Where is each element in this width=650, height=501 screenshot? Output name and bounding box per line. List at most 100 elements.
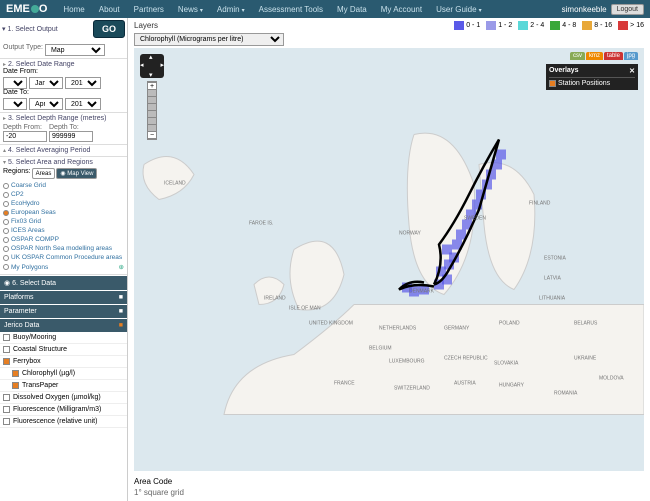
legend-swatch — [582, 21, 592, 30]
jerico-header[interactable]: Jerico Data■ — [0, 319, 127, 332]
svg-text:ESTONIA: ESTONIA — [544, 256, 567, 262]
radio-icon[interactable] — [3, 228, 9, 234]
step6-header[interactable]: ◉ 6. Select Data — [0, 276, 127, 290]
svg-text:MOLDOVA: MOLDOVA — [599, 376, 624, 382]
date-from-day[interactable]: 1 — [3, 77, 27, 89]
depth-from-label: Depth From: — [3, 124, 42, 131]
svg-text:DENMARK: DENMARK — [409, 289, 435, 295]
go-button[interactable]: GO — [93, 20, 125, 38]
date-to-month[interactable]: Apr — [29, 98, 63, 110]
checkbox-icon[interactable] — [3, 394, 10, 401]
checkbox-icon[interactable] — [3, 358, 10, 365]
depth-from-input[interactable] — [3, 131, 47, 142]
legend-swatch — [550, 21, 560, 30]
data-item[interactable]: Fluorescence (relative unit) — [0, 416, 127, 428]
output-type-label: Output Type: — [3, 44, 43, 56]
svg-text:FRANCE: FRANCE — [334, 381, 355, 387]
svg-text:POLAND: POLAND — [499, 321, 520, 327]
radio-icon[interactable] — [3, 183, 9, 189]
checkbox-icon[interactable] — [3, 334, 10, 341]
radio-icon[interactable] — [3, 201, 9, 207]
data-item[interactable]: Chlorophyll (µg/l) — [0, 368, 127, 380]
radio-icon[interactable] — [3, 210, 9, 216]
nav-user-guide[interactable]: User Guide▾ — [430, 2, 487, 17]
pan-control[interactable]: ▴▾ ◂▸ — [140, 54, 164, 78]
checkbox-icon[interactable] — [12, 370, 19, 377]
checkbox-icon[interactable] — [3, 406, 10, 413]
region-item[interactable]: Coarse Grid — [3, 181, 124, 190]
legend-swatch — [454, 21, 464, 30]
data-item[interactable]: Buoy/Mooring — [0, 332, 127, 344]
output-type-select[interactable]: Map — [45, 44, 105, 56]
date-from-year[interactable]: 2010 — [65, 77, 101, 89]
radio-icon[interactable] — [3, 255, 9, 261]
svg-text:AUSTRIA: AUSTRIA — [454, 381, 476, 387]
data-item[interactable]: TransPaper — [0, 380, 127, 392]
areas-tab[interactable]: Areas — [32, 168, 56, 179]
platforms-header[interactable]: Platforms■ — [0, 291, 127, 304]
nav-assessment-tools[interactable]: Assessment Tools — [253, 2, 329, 17]
radio-icon[interactable] — [3, 237, 9, 243]
map-canvas[interactable]: ICELAND FAROE IS. NORWAY SWEDEN FINLAND … — [134, 48, 644, 471]
region-item[interactable]: OSPAR North Sea modelling areas — [3, 244, 124, 253]
radio-icon[interactable] — [3, 192, 9, 198]
nav-news[interactable]: News▾ — [172, 2, 209, 17]
checkbox-icon[interactable] — [3, 346, 10, 353]
regions-label: Regions: — [3, 168, 31, 179]
svg-text:BELGIUM: BELGIUM — [369, 346, 392, 352]
date-to-day[interactable]: 15 — [3, 98, 27, 110]
nav-partners[interactable]: Partners — [128, 2, 170, 17]
nav-home[interactable]: Home — [57, 2, 90, 17]
close-icon[interactable]: ✕ — [629, 67, 635, 75]
region-item[interactable]: OSPAR COMPP — [3, 235, 124, 244]
add-icon[interactable]: ⊕ — [119, 263, 124, 271]
region-item[interactable]: EcoHydro — [3, 199, 124, 208]
overlay-check[interactable] — [549, 80, 556, 87]
logout-button[interactable]: Logout — [611, 4, 644, 15]
checkbox-icon[interactable] — [3, 418, 10, 425]
brand-text: EME — [6, 3, 30, 15]
radio-icon[interactable] — [3, 246, 9, 252]
username: simonkeeble — [562, 5, 607, 14]
region-item[interactable]: Fix03 Grid — [3, 217, 124, 226]
layer-select[interactable]: Chlorophyll (Micrograms per litre) — [134, 33, 284, 46]
export-csv[interactable]: csv — [570, 52, 585, 60]
checkbox-icon[interactable] — [12, 382, 19, 389]
zoom-slider[interactable]: + − — [147, 81, 157, 140]
date-from-month[interactable]: Jan — [29, 77, 63, 89]
svg-text:SWEDEN: SWEDEN — [464, 216, 486, 222]
svg-text:ISLE OF MAN: ISLE OF MAN — [289, 306, 321, 312]
data-item[interactable]: Fluorescence (Milligram/m3) — [0, 404, 127, 416]
region-item[interactable]: My Polygons⊕ — [3, 262, 124, 272]
svg-text:BELARUS: BELARUS — [574, 321, 598, 327]
brand-logo[interactable]: EMEO — [6, 3, 47, 15]
depth-to-input[interactable] — [49, 131, 93, 142]
export-kmz[interactable]: kmz — [586, 52, 603, 60]
parameter-header[interactable]: Parameter■ — [0, 305, 127, 318]
legend-item: 0 - 1 — [454, 21, 480, 30]
mapview-tab[interactable]: ◉ Map View — [56, 168, 97, 179]
radio-icon[interactable] — [3, 219, 9, 225]
export-table[interactable]: table — [604, 52, 623, 60]
nav-about[interactable]: About — [93, 2, 126, 17]
legend-item: 8 - 16 — [582, 21, 612, 30]
svg-text:LITHUANIA: LITHUANIA — [539, 296, 566, 302]
radio-icon[interactable] — [3, 264, 9, 270]
export-jpg[interactable]: jpg — [624, 52, 638, 60]
svg-text:LUXEMBOURG: LUXEMBOURG — [389, 359, 425, 365]
step4-title: 4. Select Averaging Period — [8, 147, 90, 154]
svg-text:ROMANIA: ROMANIA — [554, 391, 578, 397]
nav-admin[interactable]: Admin▾ — [211, 2, 251, 17]
region-item[interactable]: European Seas — [3, 208, 124, 217]
svg-text:NETHERLANDS: NETHERLANDS — [379, 326, 417, 332]
nav-my-account[interactable]: My Account — [375, 2, 428, 17]
region-item[interactable]: ICES Areas — [3, 226, 124, 235]
nav-my-data[interactable]: My Data — [331, 2, 373, 17]
data-item[interactable]: Coastal Structure — [0, 344, 127, 356]
date-to-year[interactable]: 2015 — [65, 98, 101, 110]
data-item[interactable]: Dissolved Oxygen (µmol/kg) — [0, 392, 127, 404]
data-item[interactable]: Ferrybox — [0, 356, 127, 368]
region-item[interactable]: UK OSPAR Common Procedure areas — [3, 253, 124, 262]
legend-swatch — [518, 21, 528, 30]
region-item[interactable]: CP2 — [3, 190, 124, 199]
